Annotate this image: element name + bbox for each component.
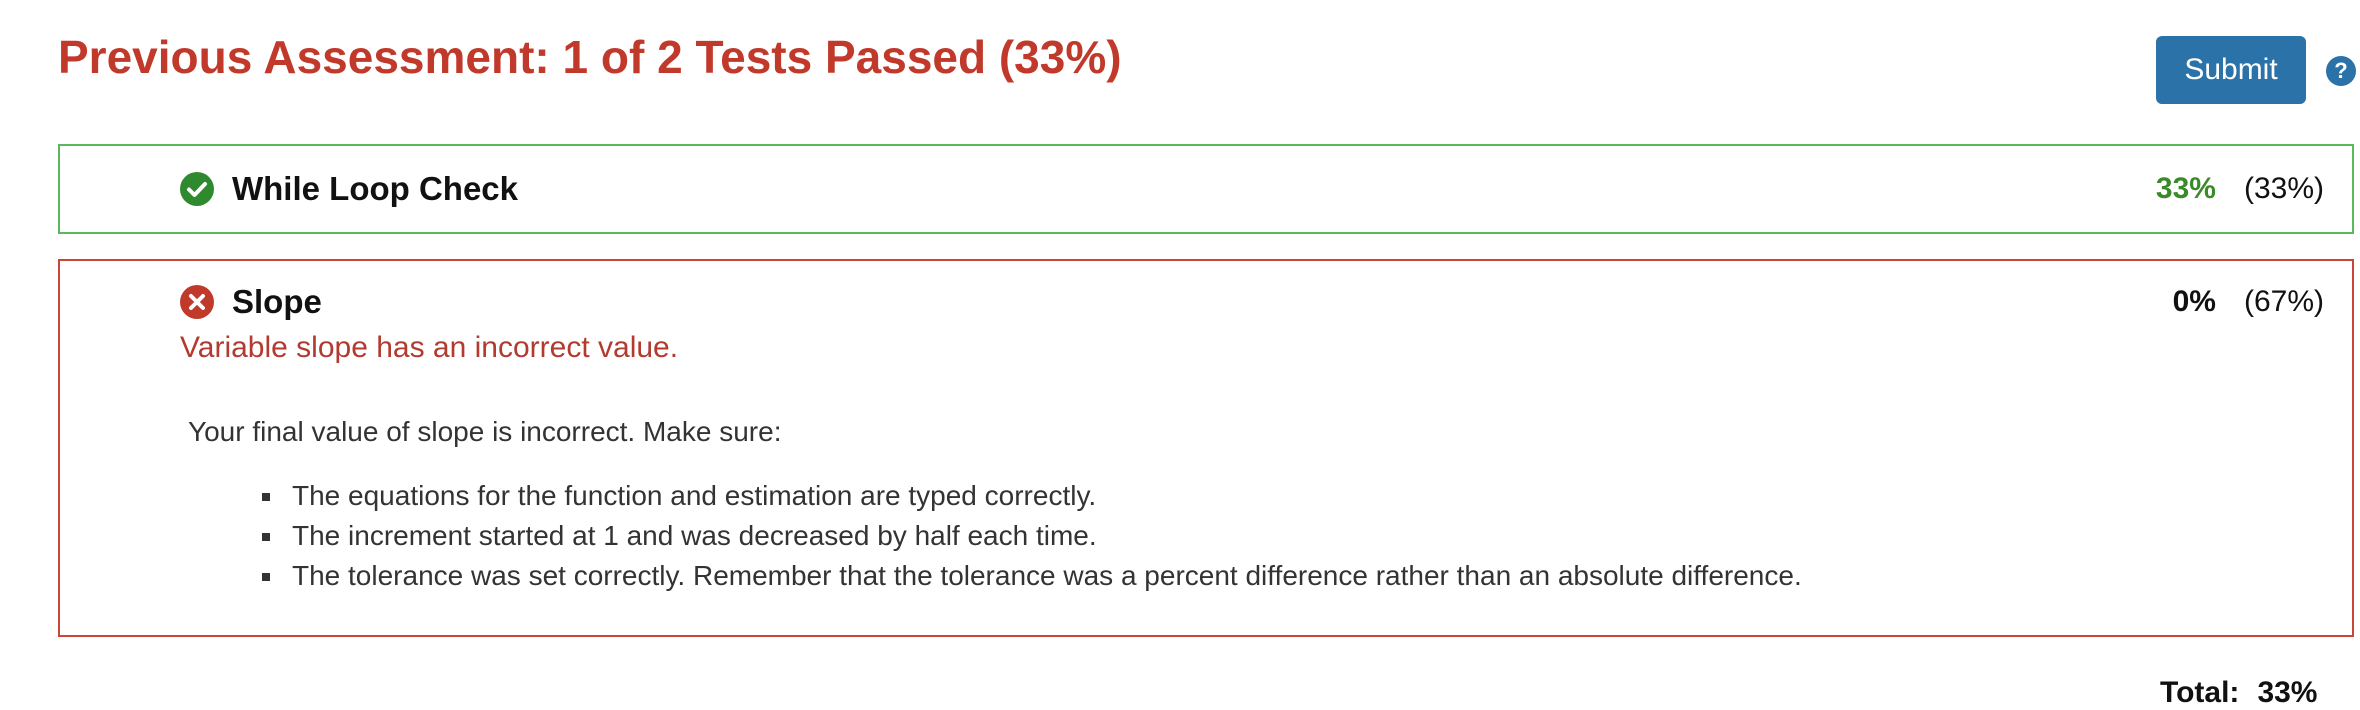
total-score: Total: 33% [2160,676,2317,710]
feedback-item: The increment started at 1 and was decre… [262,516,1802,556]
x-circle-icon [180,285,214,319]
test-card-while-loop-check: While Loop Check 33% (33%) [58,144,2354,234]
submit-button[interactable]: Submit [2156,36,2306,104]
test-weight: (67%) [2243,285,2324,318]
test-weight: (33%) [2243,172,2324,205]
test-header: Slope [180,283,322,321]
feedback-intro: Your final value of slope is incorrect. … [188,416,782,447]
test-name[interactable]: Slope [232,283,322,321]
feedback-list: The equations for the function and estim… [262,476,1802,596]
assessment-title: Previous Assessment: 1 of 2 Tests Passed… [58,31,1122,83]
help-icon[interactable]: ? [2326,56,2356,86]
test-header: While Loop Check [180,170,518,208]
total-label: Total: [2160,676,2240,709]
test-card-slope: Slope 0% (67%) Variable slope has an inc… [58,259,2354,637]
score-group: 33% (33%) [2156,172,2324,206]
test-score: 0% [2172,285,2216,318]
test-name[interactable]: While Loop Check [232,170,518,208]
total-value: 33% [2257,676,2318,709]
feedback-item: The equations for the function and estim… [262,476,1802,516]
score-group: 0% (67%) [2173,285,2324,319]
feedback-item: The tolerance was set correctly. Remembe… [262,556,1802,596]
check-circle-icon [180,172,214,206]
test-score: 33% [2155,172,2216,205]
error-message: Variable slope has an incorrect value. [180,331,679,364]
